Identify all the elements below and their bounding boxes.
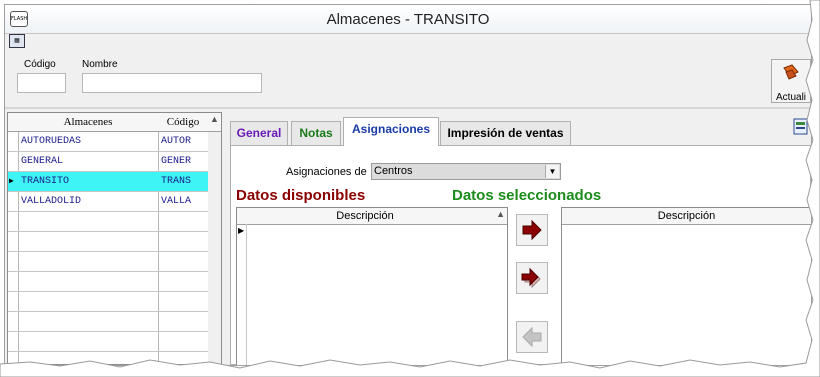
move-right-button[interactable] [516,214,548,246]
main-window: FLASH Almacenes - TRANSITO ▦ Código Nomb… [4,4,812,366]
codigo-field[interactable] [17,73,66,93]
empty-row [8,252,208,272]
row-name: TRANSITO [21,176,70,187]
asignaciones-panel: Asignaciones de Centros ▼ Datos disponib… [230,145,811,365]
separator [5,107,811,109]
header-almacenes[interactable]: Almacenes [18,116,158,128]
codigo-label: Código [24,59,56,70]
row-code: VALLA [161,196,192,207]
window-title: Almacenes - TRANSITO [326,11,490,28]
move-all-right-button[interactable] [516,262,548,294]
combo-value: Centros [374,165,413,177]
grid-menu-icon[interactable]: ▦ [9,34,25,48]
table-row-selected[interactable]: ▶ TRANSITO TRANS [8,172,208,192]
export-icon[interactable] [793,117,809,135]
available-header-label[interactable]: Descripción [237,210,493,222]
available-list-header: Descripción ▲ [237,208,507,225]
row-name: VALLADOLID [21,196,82,207]
double-arrow-right-icon [521,267,541,289]
row-name: AUTORUEDAS [21,136,82,147]
list-indicator-column [237,224,247,365]
table-row[interactable]: GENERAL GENER [8,152,208,172]
tab-impresion-ventas[interactable]: Impresión de ventas [440,121,571,145]
available-title: Datos disponibles [236,187,366,204]
selected-header-label[interactable]: Descripción [562,210,811,222]
row-code: TRANS [161,176,192,187]
chevron-down-icon[interactable]: ▼ [545,165,559,178]
empty-row [8,312,208,332]
header-codigo[interactable]: Código [158,116,208,128]
arrow-left-icon [522,326,542,348]
available-list[interactable]: Descripción ▲ ▶ [236,207,508,365]
table-row[interactable]: VALLADOLID VALLA [8,192,208,212]
tab-general[interactable]: General [230,121,288,145]
row-name: GENERAL [21,156,64,167]
scroll-up-icon[interactable]: ▲ [496,209,505,219]
grid-scrollbar[interactable] [208,113,221,364]
table-row[interactable]: AUTORUEDAS AUTOR [8,132,208,152]
move-left-button[interactable] [516,321,548,353]
scroll-up-icon[interactable]: ▲ [210,114,219,124]
arrow-right-icon [522,219,542,241]
current-row-icon: ▶ [9,177,14,186]
empty-row [8,332,208,352]
refresh-icon [783,64,799,80]
empty-row [8,272,208,292]
empty-row [8,212,208,232]
selected-list-header: Descripción [562,208,811,225]
nombre-label: Nombre [82,59,118,70]
warehouses-grid: Almacenes Código ▲ AUTORUEDAS AUTOR GENE… [7,112,222,365]
combo-label: Asignaciones de [286,166,367,178]
row-code: GENER [161,156,192,167]
tab-asignaciones[interactable]: Asignaciones [343,117,439,146]
current-row-icon: ▶ [238,226,245,235]
grid-header: Almacenes Código ▲ [8,113,221,132]
refresh-button[interactable]: Actuali [771,59,811,103]
tabs-area: General Notas Asignaciones Impresión de … [230,117,811,365]
asignaciones-select[interactable]: Centros ▼ [371,163,561,180]
row-code: AUTOR [161,136,192,147]
refresh-label: Actuali [776,92,807,103]
empty-row [8,232,208,252]
selected-title: Datos seleccionados [452,187,602,204]
tab-notas[interactable]: Notas [291,121,341,145]
title-bar: FLASH Almacenes - TRANSITO [5,5,811,34]
empty-row [8,292,208,312]
selected-list[interactable]: Descripción [561,207,811,365]
nombre-field[interactable] [82,73,262,93]
